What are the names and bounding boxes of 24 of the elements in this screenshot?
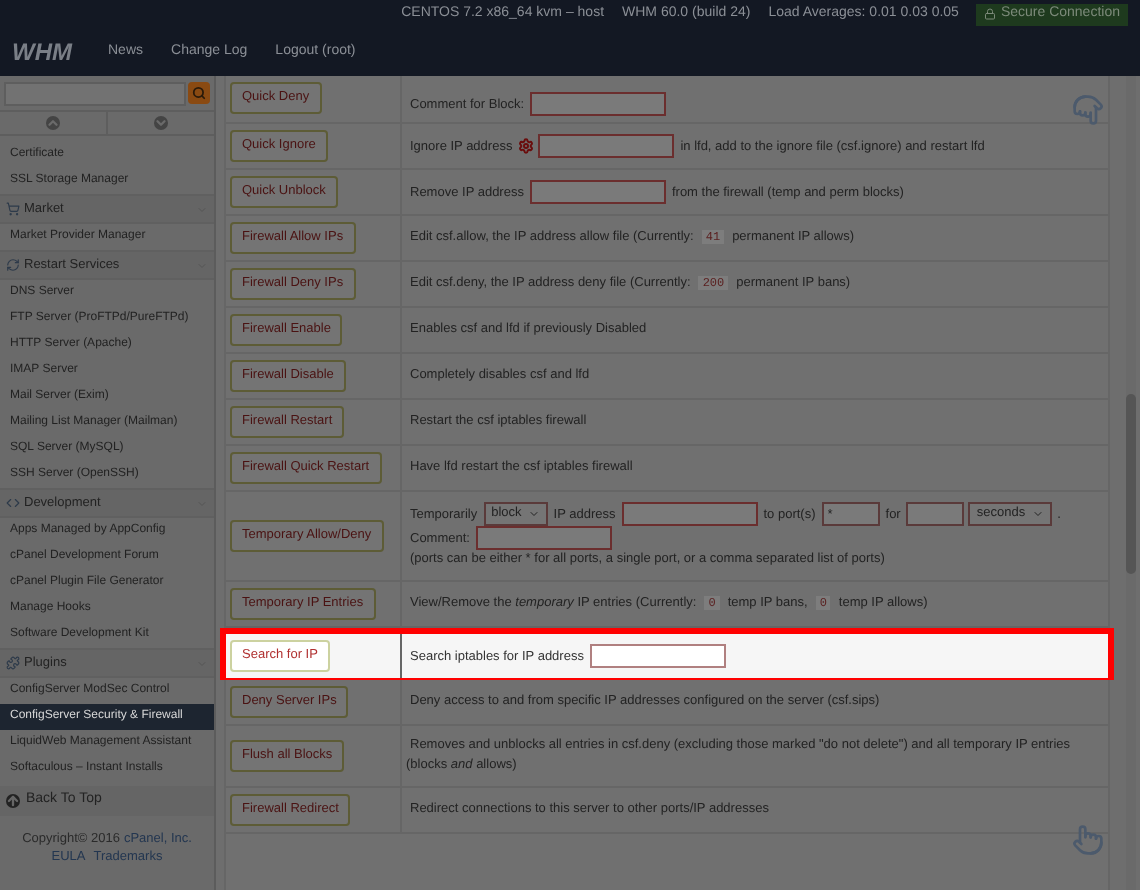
input-field[interactable] (530, 92, 667, 116)
section-icon (6, 202, 20, 216)
caret-icon (527, 508, 540, 520)
caret-icon (1031, 508, 1044, 520)
gear-icon (518, 138, 535, 154)
lock-icon (984, 8, 997, 20)
section-icon (6, 496, 20, 510)
search-button[interactable] (188, 82, 210, 104)
input-field[interactable] (589, 644, 726, 668)
input-field[interactable] (538, 134, 675, 158)
up-arrow-icon (6, 794, 20, 808)
input-field[interactable] (906, 502, 965, 526)
hand-pointer-icon[interactable] (1072, 824, 1104, 856)
section-icon (6, 258, 20, 272)
input-field[interactable] (621, 502, 758, 526)
up-icon (46, 116, 60, 130)
input-field[interactable] (475, 526, 612, 550)
hand-pointer-icon[interactable] (1072, 94, 1104, 126)
input-field[interactable] (529, 180, 666, 204)
search-field[interactable] (4, 81, 186, 105)
section-icon (6, 656, 20, 670)
logo[interactable]: WHM (12, 34, 72, 70)
down-icon (154, 116, 168, 130)
search-icon (192, 86, 206, 100)
